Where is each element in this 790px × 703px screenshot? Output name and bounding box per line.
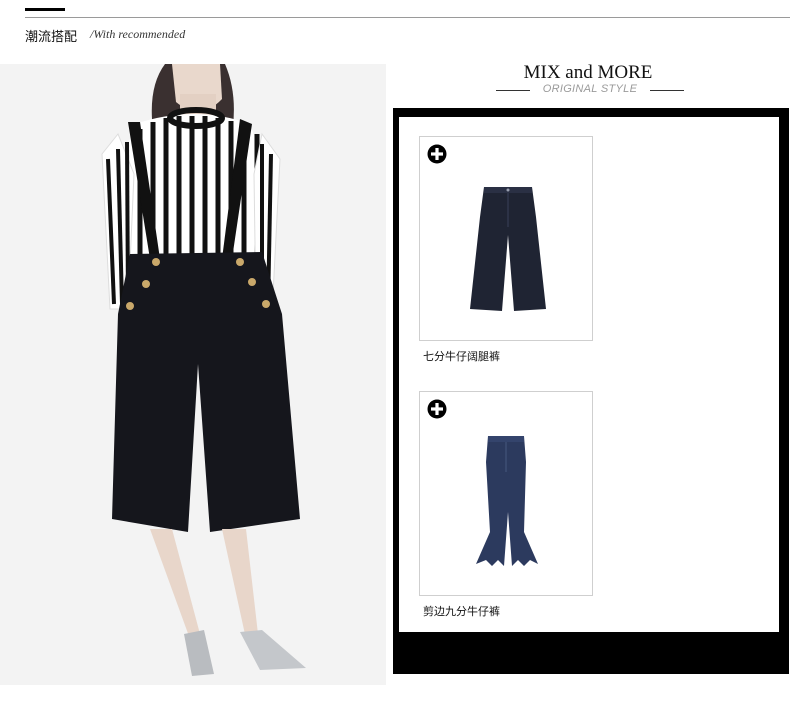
header-divider [25, 17, 790, 18]
product-label[interactable]: 七分牛仔阔腿裤 [423, 348, 500, 364]
plus-circle-icon[interactable] [427, 399, 447, 419]
plus-circle-icon[interactable] [427, 144, 447, 164]
header-accent-bar [25, 8, 65, 11]
section-subtitle: /With recommended [90, 27, 186, 41]
product-card[interactable] [419, 391, 593, 596]
product-image-wide-leg-jeans[interactable] [420, 137, 592, 340]
model-photo [0, 64, 386, 685]
section-title: 潮流搭配 [25, 30, 78, 45]
product-image-frayed-jeans[interactable] [420, 392, 592, 595]
mix-title: MIX and MORE [523, 62, 653, 83]
mix-line-right [650, 90, 684, 91]
product-card[interactable] [419, 136, 593, 341]
product-label[interactable]: 剪边九分牛仔裤 [423, 603, 500, 619]
